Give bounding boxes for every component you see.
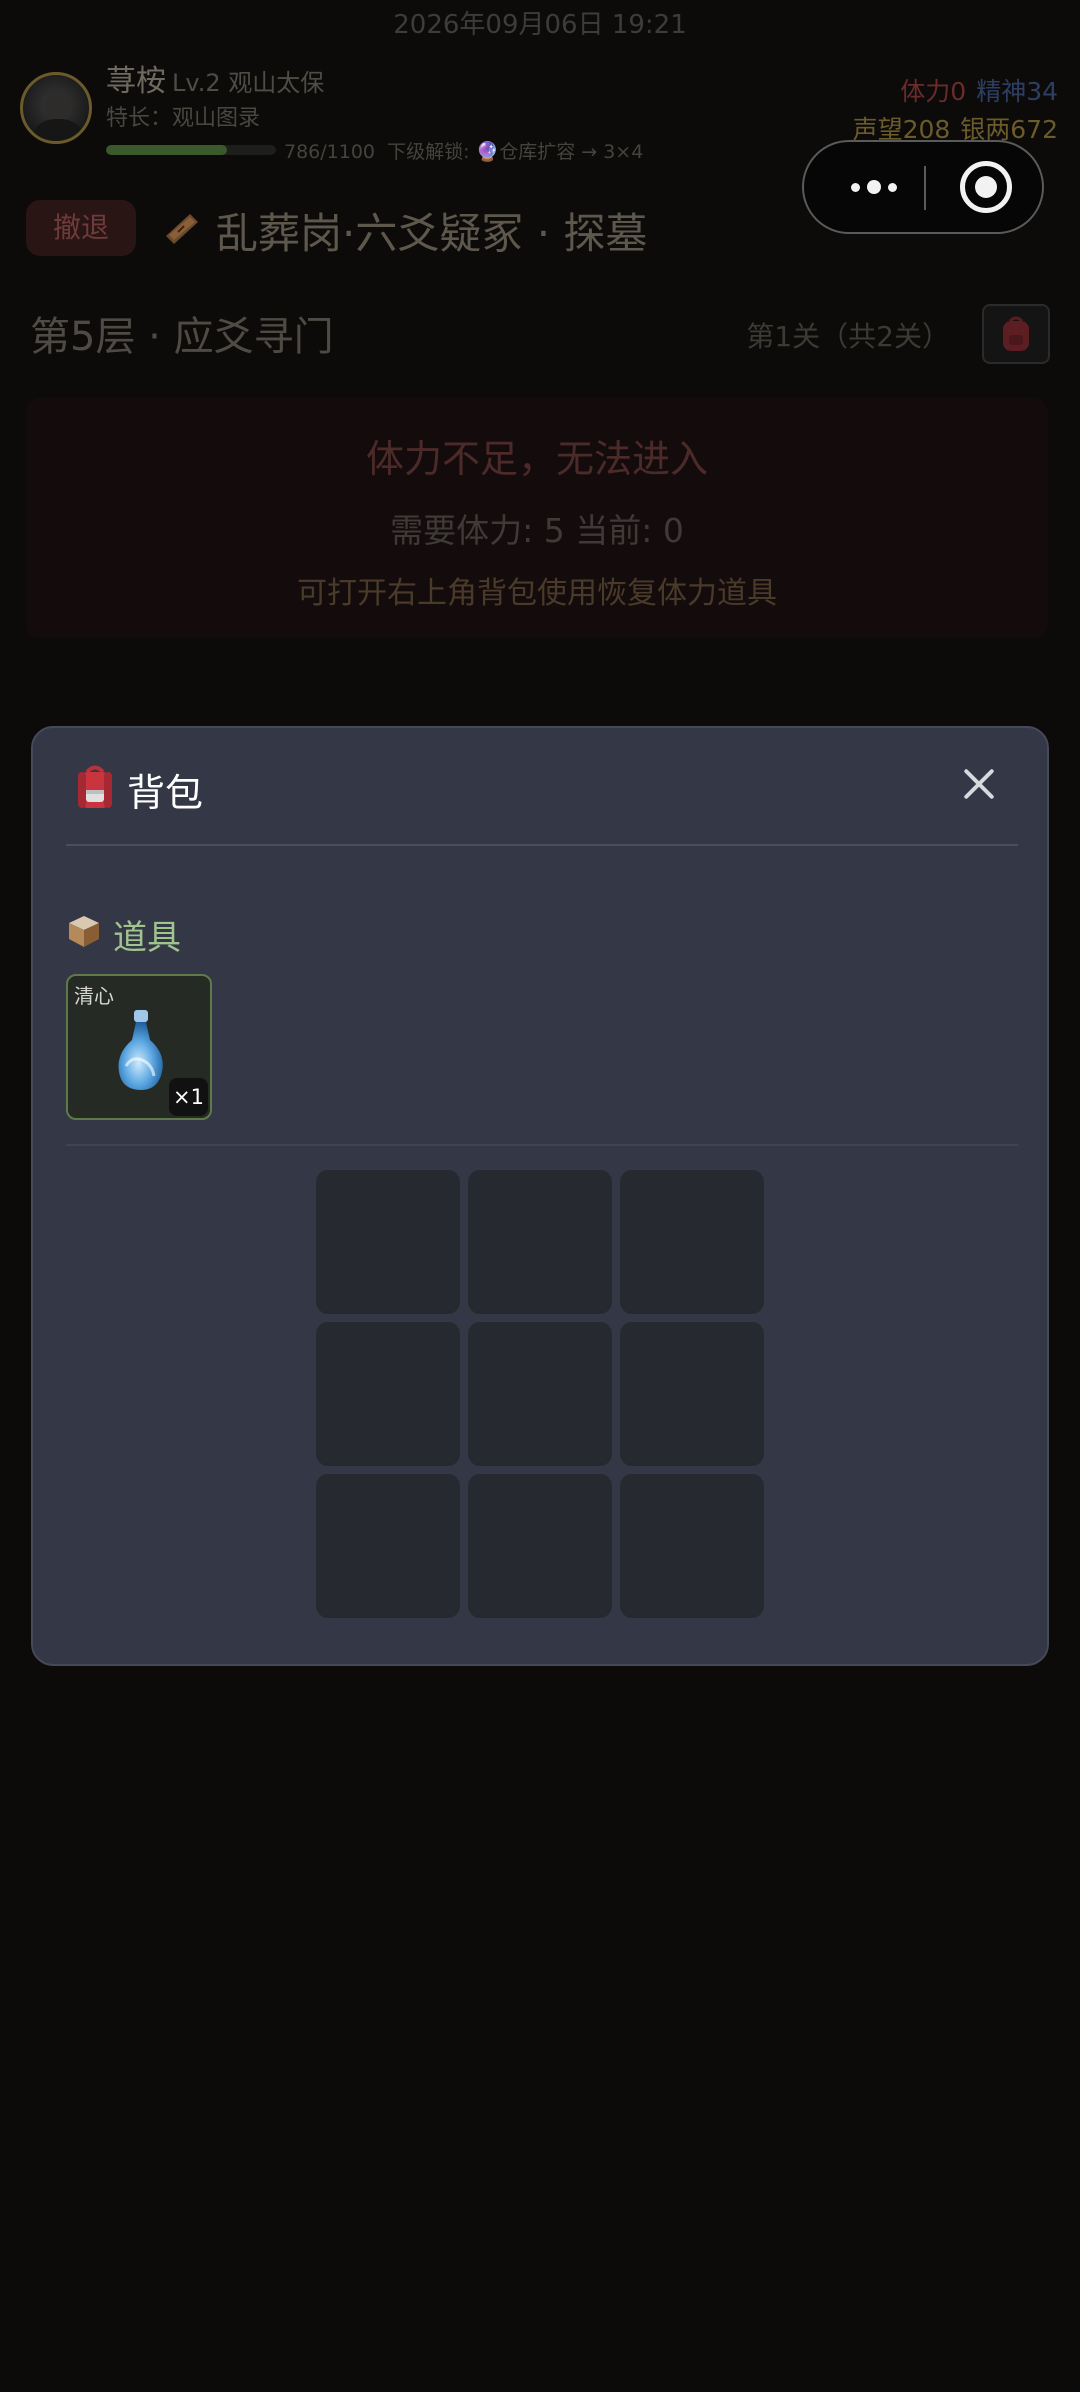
player-specialty: 特长：观山图录: [106, 106, 261, 131]
player-rank: 观山太保: [228, 69, 325, 97]
divider: [66, 1144, 1018, 1146]
backpack-title: 背包: [127, 771, 204, 815]
miniprogram-capsule: [802, 140, 1044, 234]
empty-slot[interactable]: [316, 1322, 460, 1466]
divider: [66, 844, 1018, 846]
xp-value: 786/1100: [284, 141, 376, 163]
backpack-button[interactable]: [982, 304, 1050, 364]
stage-progress: 第1关（共2关）: [746, 320, 950, 353]
spirit-stat: 精神34: [976, 77, 1058, 106]
stats-row-1: 体力0 精神34: [900, 72, 1058, 108]
items-section-title: 道具: [113, 918, 181, 958]
empty-slot[interactable]: [620, 1322, 764, 1466]
inventory-item[interactable]: 清心 ×1: [66, 974, 212, 1120]
item-name: 清心: [74, 984, 114, 1008]
capsule-divider: [924, 166, 926, 210]
package-icon: [69, 916, 99, 947]
xp-progress-bar: [106, 145, 276, 155]
inventory-grid: [316, 1170, 768, 1622]
stamina-stat: 体力0: [900, 77, 967, 106]
empty-slot[interactable]: [316, 1170, 460, 1314]
location-title: 乱葬岗·六爻疑冢 · 探墓: [216, 209, 648, 258]
next-unlock-text: 下级解锁: 🔮仓库扩容 → 3×4: [387, 141, 644, 163]
item-quantity-badge: ×1: [169, 1078, 208, 1116]
warning-tip: 可打开右上角背包使用恢复体力道具: [297, 576, 777, 611]
warning-requirement: 需要体力: 5 当前: 0: [390, 511, 684, 550]
floor-title: 第5层 · 应爻寻门: [30, 314, 334, 360]
close-miniprogram-icon[interactable]: [960, 161, 1012, 213]
backpack-modal-header: 背包: [33, 728, 1047, 844]
backpack-icon: [78, 765, 112, 808]
xp-progress-fill: [106, 145, 228, 155]
player-avatar[interactable]: [20, 72, 92, 144]
player-level: Lv.2 观山太保: [172, 69, 325, 97]
backpack-modal: 背包 道具 清心 ×1: [31, 726, 1049, 1666]
empty-slot[interactable]: [468, 1170, 612, 1314]
player-name: 荨桉: [106, 64, 166, 99]
player-name-line: 荨桉 Lv.2 观山太保: [106, 56, 324, 100]
close-icon[interactable]: [957, 762, 1001, 806]
backpack-icon: [1003, 316, 1029, 351]
empty-slot[interactable]: [620, 1170, 764, 1314]
empty-slot[interactable]: [620, 1474, 764, 1618]
potion-bottle-icon: [118, 1010, 163, 1090]
insufficient-stamina-panel: 体力不足，无法进入 需要体力: 5 当前: 0 可打开右上角背包使用恢复体力道具: [26, 398, 1048, 638]
warning-title: 体力不足，无法进入: [365, 437, 708, 481]
retreat-button[interactable]: 撤退: [26, 200, 136, 256]
xp-text-line: 786/1100 下级解锁: 🔮仓库扩容 → 3×4: [284, 137, 643, 164]
coffin-icon: [166, 214, 198, 244]
empty-slot[interactable]: [316, 1474, 460, 1618]
more-menu-icon[interactable]: [838, 142, 910, 232]
empty-slot[interactable]: [468, 1474, 612, 1618]
empty-slot[interactable]: [468, 1322, 612, 1466]
status-datetime: 2026年09月06日 19:21: [393, 10, 687, 40]
